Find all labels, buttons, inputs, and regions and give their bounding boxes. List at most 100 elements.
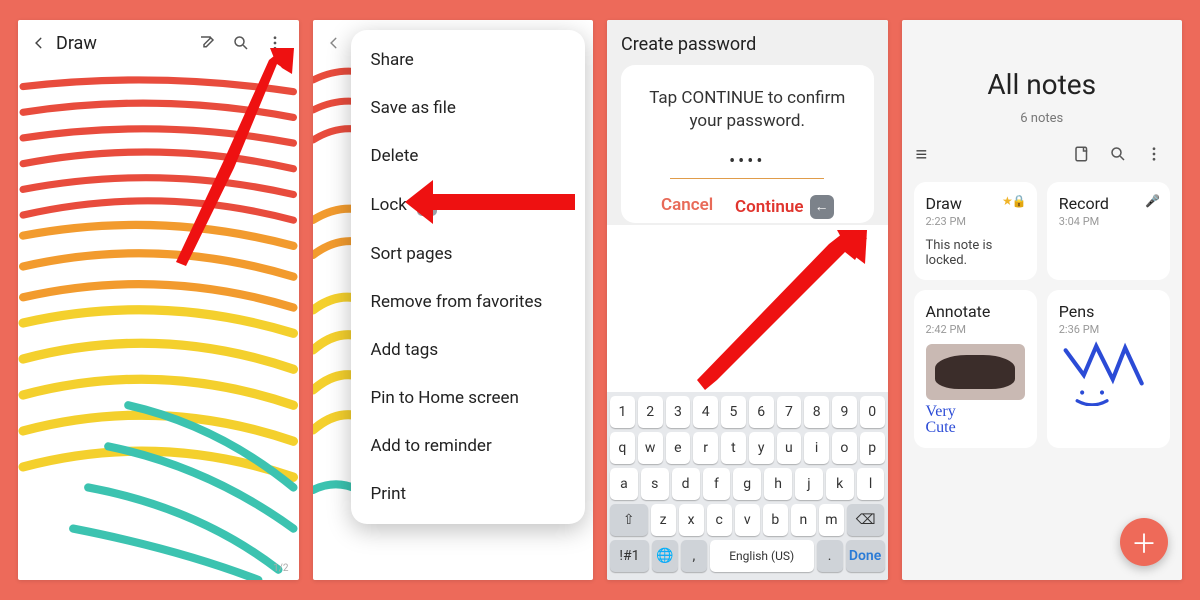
- continue-button[interactable]: Continue ←: [735, 195, 834, 219]
- more-icon[interactable]: [261, 29, 289, 57]
- key-b[interactable]: b: [763, 504, 788, 536]
- card-time: 2:36 PM: [1059, 323, 1158, 336]
- key-7[interactable]: 7: [777, 396, 802, 428]
- key-shift[interactable]: ⇧: [610, 504, 648, 536]
- edit-icon[interactable]: [193, 29, 221, 57]
- menu-save-as-file[interactable]: Save as file: [351, 84, 586, 132]
- page-indicator: 1/2: [273, 563, 288, 574]
- key-4[interactable]: 4: [693, 396, 718, 428]
- menu-label: Save as file: [371, 98, 456, 118]
- password-field[interactable]: ••••: [670, 151, 824, 179]
- note-header: Draw: [18, 20, 299, 66]
- key-v[interactable]: v: [735, 504, 760, 536]
- menu-lock[interactable]: Lock: [351, 180, 586, 230]
- more-icon[interactable]: [1140, 140, 1168, 168]
- key-t[interactable]: t: [721, 432, 746, 464]
- password-card: Tap CONTINUE to confirm your password. •…: [621, 65, 874, 223]
- key-h[interactable]: h: [764, 468, 792, 500]
- thumbnail: [926, 344, 1025, 400]
- key-y[interactable]: y: [749, 432, 774, 464]
- notes-grid: Draw 2:23 PM ★ 🔒 This note is locked. Re…: [902, 172, 1183, 458]
- doodle: [1059, 336, 1158, 406]
- key-9[interactable]: 9: [832, 396, 857, 428]
- key-z[interactable]: z: [651, 504, 676, 536]
- menu-add-tags[interactable]: Add tags: [351, 326, 586, 374]
- key-i[interactable]: i: [804, 432, 829, 464]
- key-m[interactable]: m: [819, 504, 844, 536]
- card-title: Pens: [1059, 302, 1158, 321]
- menu-label: Lock: [371, 195, 407, 215]
- menu-label: Delete: [371, 146, 419, 166]
- card-time: 3:04 PM: [1059, 215, 1158, 228]
- key-space[interactable]: English (US): [710, 540, 814, 572]
- panel-overflow-menu: Share Save as file Delete Lock Sort page…: [313, 20, 594, 580]
- note-canvas: 1/2: [18, 66, 299, 580]
- pdf-icon[interactable]: [1068, 140, 1096, 168]
- card-time: 2:23 PM: [926, 215, 1025, 228]
- card-title: Record: [1059, 194, 1158, 213]
- menu-label: Add to reminder: [371, 436, 492, 456]
- panel-all-notes: All notes 6 notes ≡ Draw 2:23 PM ★ 🔒 Thi…: [902, 20, 1183, 580]
- hamburger-icon[interactable]: ≡: [916, 142, 1061, 167]
- key-q[interactable]: q: [610, 432, 635, 464]
- key-p[interactable]: p: [860, 432, 885, 464]
- key-s[interactable]: s: [641, 468, 669, 500]
- key-j[interactable]: j: [795, 468, 823, 500]
- toolbar: ≡: [902, 132, 1183, 172]
- key-6[interactable]: 6: [749, 396, 774, 428]
- menu-sort-pages[interactable]: Sort pages: [351, 230, 586, 278]
- note-card-pens[interactable]: Pens 2:36 PM: [1047, 290, 1170, 448]
- dialog-title: Create password: [621, 34, 874, 55]
- card-title: Annotate: [926, 302, 1025, 321]
- key-x[interactable]: x: [679, 504, 704, 536]
- key-8[interactable]: 8: [804, 396, 829, 428]
- mic-icon: 🎤: [1145, 194, 1160, 208]
- key-w[interactable]: w: [638, 432, 663, 464]
- menu-remove-fav[interactable]: Remove from favorites: [351, 278, 586, 326]
- note-title: Draw: [56, 33, 187, 54]
- menu-share[interactable]: Share: [351, 36, 586, 84]
- lock-icon: [417, 194, 437, 216]
- menu-label: Share: [371, 50, 414, 70]
- key-c[interactable]: c: [707, 504, 732, 536]
- key-backspace[interactable]: ⌫: [847, 504, 885, 536]
- key-k[interactable]: k: [826, 468, 854, 500]
- back-icon[interactable]: [28, 32, 50, 54]
- key-comma[interactable]: ,: [681, 540, 707, 572]
- menu-label: Sort pages: [371, 244, 453, 264]
- key-3[interactable]: 3: [666, 396, 691, 428]
- key-1[interactable]: 1: [610, 396, 635, 428]
- key-done[interactable]: Done: [846, 540, 885, 572]
- note-card-draw[interactable]: Draw 2:23 PM ★ 🔒 This note is locked.: [914, 182, 1037, 280]
- add-note-fab[interactable]: ＋: [1120, 518, 1168, 566]
- key-n[interactable]: n: [791, 504, 816, 536]
- menu-pin-home[interactable]: Pin to Home screen: [351, 374, 586, 422]
- key-l[interactable]: l: [857, 468, 885, 500]
- menu-add-reminder[interactable]: Add to reminder: [351, 422, 586, 470]
- key-0[interactable]: 0: [860, 396, 885, 428]
- key-e[interactable]: e: [666, 432, 691, 464]
- menu-label: Pin to Home screen: [371, 388, 519, 408]
- note-card-record[interactable]: Record 3:04 PM 🎤: [1047, 182, 1170, 280]
- key-2[interactable]: 2: [638, 396, 663, 428]
- back-icon[interactable]: [323, 32, 345, 54]
- handwriting: VeryCute: [926, 404, 1025, 436]
- menu-delete[interactable]: Delete: [351, 132, 586, 180]
- key-d[interactable]: d: [672, 468, 700, 500]
- key-period[interactable]: .: [817, 540, 843, 572]
- note-card-annotate[interactable]: Annotate 2:42 PM VeryCute: [914, 290, 1037, 448]
- menu-label: Remove from favorites: [371, 292, 543, 312]
- key-o[interactable]: o: [832, 432, 857, 464]
- key-a[interactable]: a: [610, 468, 638, 500]
- key-f[interactable]: f: [703, 468, 731, 500]
- key-r[interactable]: r: [693, 432, 718, 464]
- key-g[interactable]: g: [733, 468, 761, 500]
- search-icon[interactable]: [1104, 140, 1132, 168]
- search-icon[interactable]: [227, 29, 255, 57]
- key-u[interactable]: u: [777, 432, 802, 464]
- cancel-button[interactable]: Cancel: [661, 195, 713, 219]
- key-globe[interactable]: 🌐: [652, 540, 678, 572]
- menu-print[interactable]: Print: [351, 470, 586, 518]
- key-5[interactable]: 5: [721, 396, 746, 428]
- key-symbols[interactable]: !#1: [610, 540, 649, 572]
